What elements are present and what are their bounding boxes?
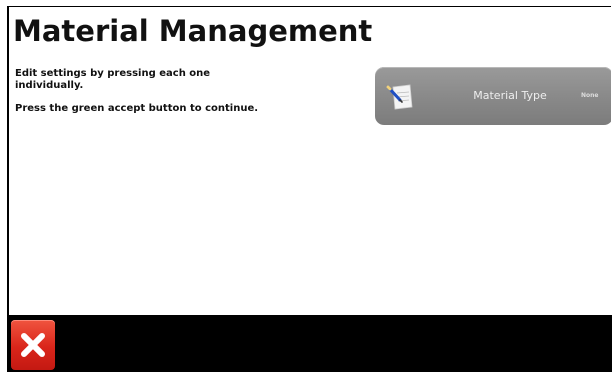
instruction-press-accept: Press the green accept button to continu… (15, 103, 259, 114)
instruction-edit-settings: Edit settings by pressing each one indiv… (15, 68, 211, 91)
notepad-pencil-icon (386, 84, 413, 110)
material-type-button[interactable]: Material Type None (375, 67, 611, 125)
page-title: Material Management (13, 14, 373, 48)
cancel-button[interactable] (11, 320, 55, 370)
material-management-screen: Material Management Edit settings by pre… (0, 0, 612, 372)
instructions: Edit settings by pressing each one indiv… (15, 68, 280, 126)
bottom-toolbar (7, 315, 612, 372)
material-type-label: Material Type (473, 89, 547, 102)
material-type-value: None (581, 92, 599, 99)
close-icon (21, 333, 45, 357)
